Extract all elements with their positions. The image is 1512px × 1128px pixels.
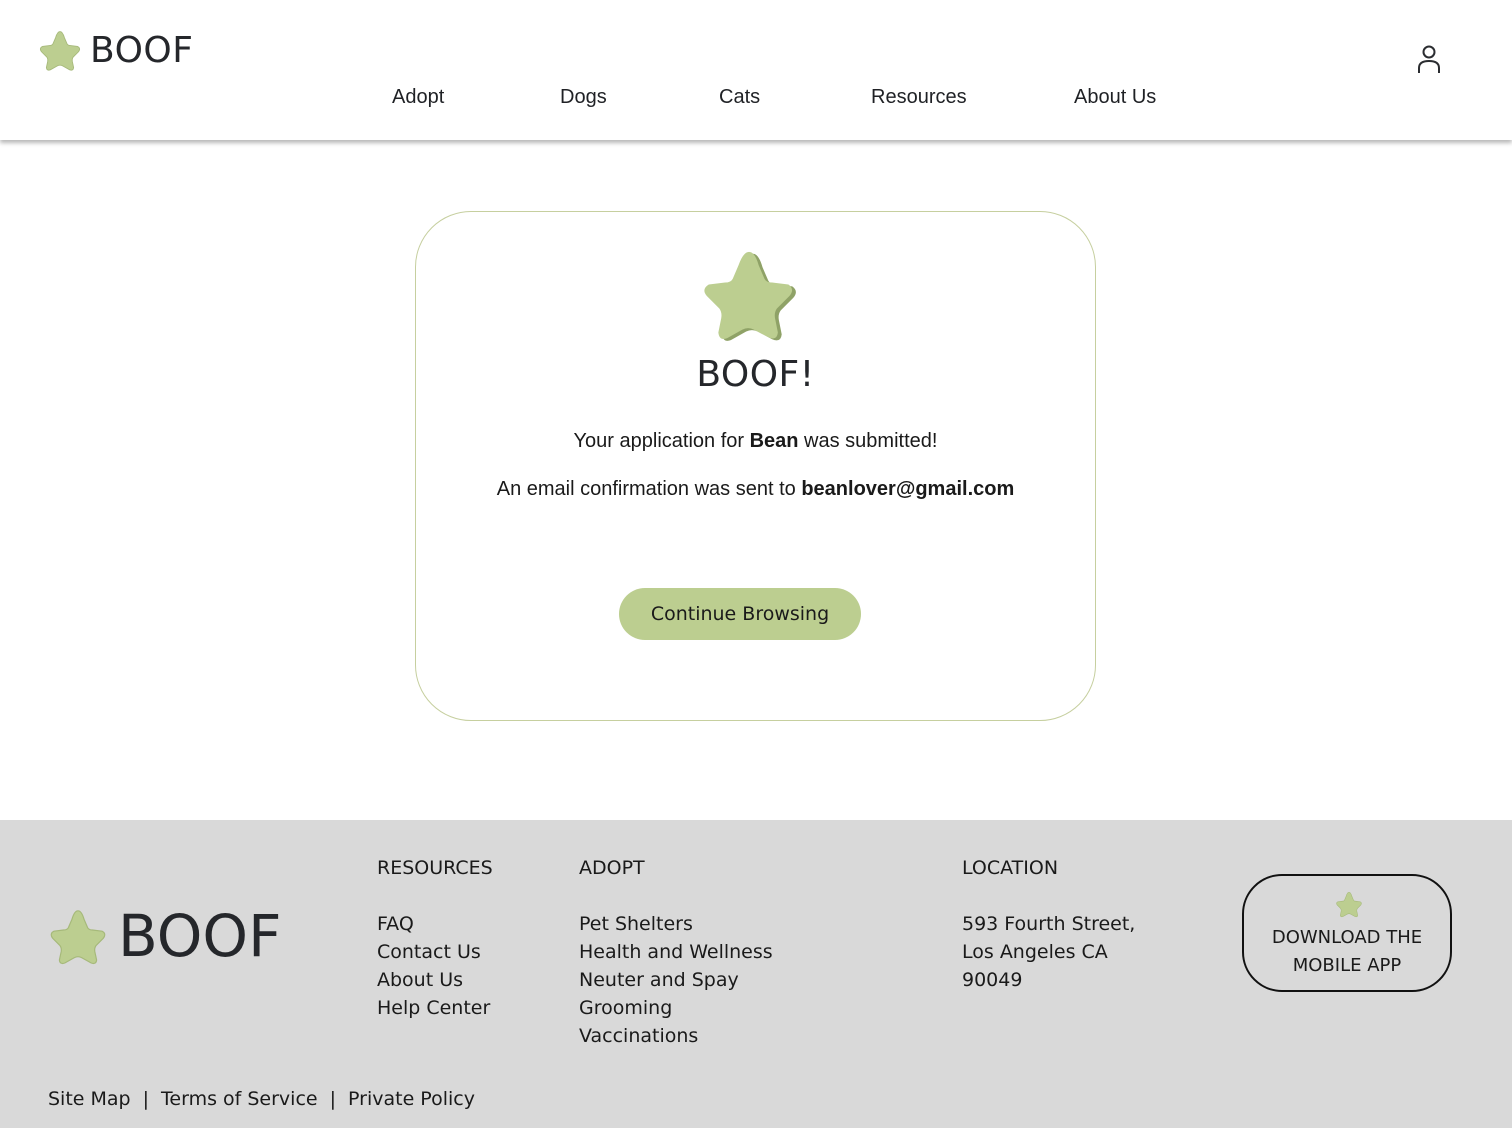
footer-link-help-center[interactable]: Help Center — [377, 994, 493, 1022]
site-header: BOOF Adopt Dogs Cats Resources About Us — [0, 0, 1512, 140]
footer-resources-column: RESOURCES FAQ Contact Us About Us Help C… — [377, 854, 493, 1022]
footer-link-contact-us[interactable]: Contact Us — [377, 938, 493, 966]
star-icon — [1336, 891, 1362, 918]
nav-cats[interactable]: Cats — [719, 86, 760, 109]
brand-name: BOOF — [90, 29, 194, 71]
download-app-label: DOWNLOAD THE MOBILE APP — [1244, 924, 1450, 980]
star-icon — [39, 31, 81, 71]
confirmation-card: BOOF! Your application for Bean was subm… — [415, 211, 1096, 721]
message-text: An email confirmation was sent to — [496, 478, 802, 500]
address-line: Los Angeles CA — [962, 941, 1108, 963]
separator: | — [329, 1088, 337, 1110]
download-app-label-line: MOBILE APP — [1292, 955, 1402, 976]
email-address: beanlover@gmail.com — [801, 478, 1015, 500]
footer-heading: RESOURCES — [377, 857, 493, 879]
message-text: Your application for — [573, 430, 750, 452]
nav-dogs[interactable]: Dogs — [560, 86, 607, 109]
download-app-label-line: DOWNLOAD THE — [1271, 927, 1423, 948]
address-line: 593 Fourth Street, — [962, 913, 1136, 935]
brand-logo[interactable]: BOOF — [38, 28, 193, 72]
footer-location-column: LOCATION 593 Fourth Street, Los Angeles … — [962, 854, 1135, 994]
pet-name: Bean — [749, 430, 799, 452]
footer-link-vaccinations[interactable]: Vaccinations — [579, 1022, 773, 1050]
privacy-policy-link[interactable]: Private Policy — [348, 1088, 475, 1110]
footer-brand-name: BOOF — [118, 902, 282, 970]
footer-link-grooming[interactable]: Grooming — [579, 994, 773, 1022]
footer-link-health-wellness[interactable]: Health and Wellness — [579, 938, 773, 966]
separator: | — [142, 1088, 150, 1110]
footer-adopt-column: ADOPT Pet Shelters Health and Wellness N… — [579, 854, 773, 1050]
download-app-button[interactable]: DOWNLOAD THE MOBILE APP — [1242, 874, 1452, 992]
email-confirmation-message: An email confirmation was sent to beanlo… — [416, 478, 1095, 501]
user-icon[interactable] — [1415, 44, 1443, 74]
address-line: 90049 — [962, 969, 1023, 991]
nav-about-us[interactable]: About Us — [1074, 86, 1156, 109]
message-text: was submitted! — [798, 430, 938, 452]
footer-link-faq[interactable]: FAQ — [377, 910, 493, 938]
continue-browsing-button[interactable]: Continue Browsing — [619, 588, 861, 640]
main-nav: Adopt Dogs Cats Resources About Us — [0, 86, 1512, 116]
nav-adopt[interactable]: Adopt — [392, 86, 444, 109]
footer-heading: LOCATION — [962, 857, 1059, 879]
nav-resources[interactable]: Resources — [871, 86, 967, 109]
footer-link-about-us[interactable]: About Us — [377, 966, 493, 994]
star-icon — [50, 910, 106, 965]
footer-heading: ADOPT — [579, 857, 645, 879]
star-icon — [704, 251, 796, 341]
confirmation-title: BOOF! — [696, 354, 815, 395]
site-footer: BOOF RESOURCES FAQ Contact Us About Us H… — [0, 820, 1512, 1128]
terms-of-service-link[interactable]: Terms of Service — [161, 1088, 318, 1110]
application-submitted-message: Your application for Bean was submitted! — [416, 430, 1095, 453]
footer-link-pet-shelters[interactable]: Pet Shelters — [579, 910, 773, 938]
footer-link-neuter-spay[interactable]: Neuter and Spay — [579, 966, 773, 994]
site-map-link[interactable]: Site Map — [48, 1088, 131, 1110]
footer-brand-logo[interactable]: BOOF — [48, 902, 281, 970]
footer-legal-links: Site Map | Terms of Service | Private Po… — [48, 1088, 475, 1110]
